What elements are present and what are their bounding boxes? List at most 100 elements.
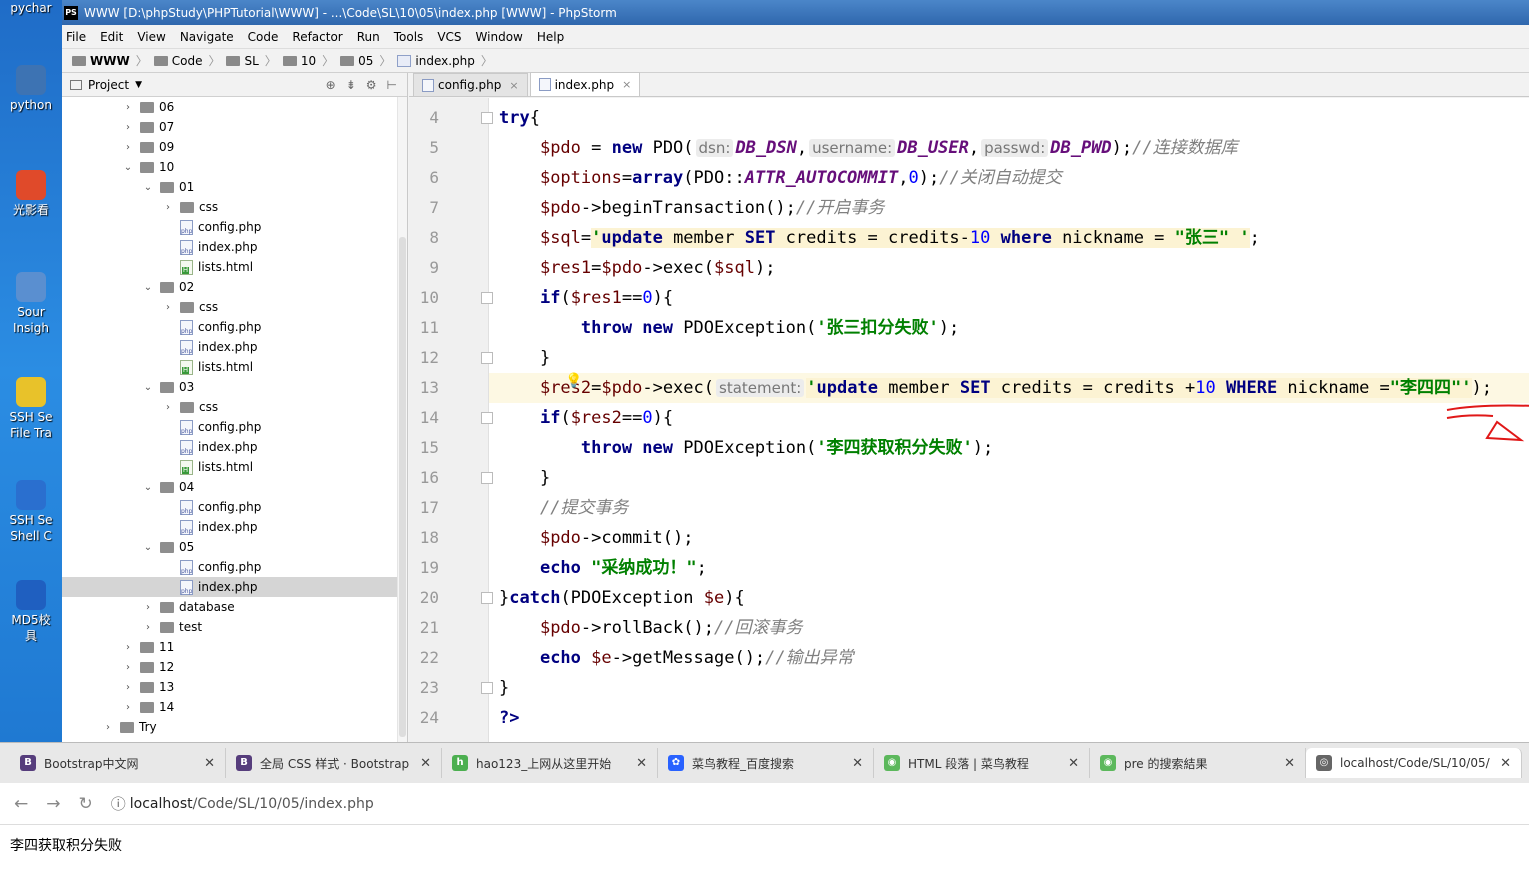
forward-icon[interactable]: → <box>46 794 60 814</box>
chevron-right-icon[interactable]: › <box>142 602 154 613</box>
browser-tab[interactable]: h hao123_上网从这里开始 ✕ <box>442 748 658 778</box>
code-line[interactable]: $pdo->commit(); <box>489 523 1529 553</box>
editor-tab[interactable]: index.php × <box>529 72 641 96</box>
close-icon[interactable]: ✕ <box>420 756 431 771</box>
back-icon[interactable]: ← <box>14 794 28 814</box>
desktop-icon[interactable]: 光影看 <box>0 170 62 218</box>
tree-item[interactable]: › Try <box>62 717 397 737</box>
chevron-down-icon[interactable]: ⌄ <box>142 282 154 293</box>
chevron-right-icon[interactable]: › <box>122 122 134 133</box>
gear-icon[interactable]: ⚙ <box>366 78 377 92</box>
breadcrumb-item[interactable]: 10 〉 <box>282 52 334 69</box>
tree-item[interactable]: index.php <box>62 237 397 257</box>
tree-item[interactable]: index.php <box>62 337 397 357</box>
menu-item[interactable]: Edit <box>100 30 123 44</box>
desktop-icon[interactable]: SSH Se File Tra <box>0 377 62 441</box>
close-icon[interactable]: × <box>622 78 631 91</box>
tree-item[interactable]: lists.html <box>62 357 397 377</box>
code-line[interactable]: } <box>489 463 1529 493</box>
chevron-right-icon[interactable]: › <box>122 682 134 693</box>
chevron-right-icon[interactable]: › <box>142 622 154 633</box>
breadcrumb-item[interactable]: index.php 〉 <box>397 52 493 69</box>
code-line[interactable]: $res1=$pdo->exec($sql); <box>489 253 1529 283</box>
tree-item[interactable]: › css <box>62 297 397 317</box>
tree-item[interactable]: config.php <box>62 217 397 237</box>
hide-icon[interactable]: ⊢ <box>387 78 397 92</box>
chevron-right-icon[interactable]: › <box>122 662 134 673</box>
code-line[interactable]: if($res2==0){ <box>489 403 1529 433</box>
tree-item[interactable]: config.php <box>62 417 397 437</box>
menu-item[interactable]: File <box>66 30 86 44</box>
tree-item[interactable]: config.php <box>62 497 397 517</box>
tree-item[interactable]: ⌄ 05 <box>62 537 397 557</box>
code-line[interactable]: } <box>489 343 1529 373</box>
menu-item[interactable]: VCS <box>437 30 461 44</box>
chevron-right-icon[interactable]: › <box>122 142 134 153</box>
menu-item[interactable]: Window <box>476 30 523 44</box>
desktop-icon[interactable]: SSH Se Shell C <box>0 480 62 544</box>
locate-icon[interactable]: ⊕ <box>326 78 336 92</box>
chevron-down-icon[interactable]: ⌄ <box>142 542 154 553</box>
code-line[interactable]: ?> <box>489 703 1529 733</box>
desktop-icon[interactable]: python <box>0 65 62 113</box>
tree-item[interactable]: › 09 <box>62 137 397 157</box>
code-line[interactable]: $pdo->rollBack();//回滚事务 <box>489 613 1529 643</box>
project-panel-title[interactable]: Project <box>88 78 129 92</box>
chevron-down-icon[interactable]: ⌄ <box>142 182 154 193</box>
tree-item[interactable]: › 12 <box>62 657 397 677</box>
code-line[interactable]: $options=array(PDO::ATTR_AUTOCOMMIT,0);/… <box>489 163 1529 193</box>
reload-icon[interactable]: ↻ <box>79 794 93 814</box>
chevron-down-icon[interactable]: ⌄ <box>122 162 134 173</box>
code-editor[interactable]: 4 5 6 7 8 9 10 11 12 13 14 15 16 17 18 19 20 21 22 23 24 try… <box>409 98 1529 742</box>
tree-item[interactable]: index.php <box>62 437 397 457</box>
tree-item[interactable]: index.php <box>62 517 397 537</box>
desktop-icon[interactable]: pychar <box>0 0 62 16</box>
tree-item[interactable]: ⌄ 02 <box>62 277 397 297</box>
collapse-icon[interactable]: ⇟ <box>346 78 356 92</box>
tree-item[interactable]: › 07 <box>62 117 397 137</box>
tree-item[interactable]: lists.html <box>62 257 397 277</box>
close-icon[interactable]: ✕ <box>1284 756 1295 771</box>
tree-item[interactable]: ⌄ 10 <box>62 157 397 177</box>
tree-item[interactable]: › 06 <box>62 97 397 117</box>
chevron-right-icon[interactable]: › <box>122 702 134 713</box>
close-icon[interactable]: ✕ <box>636 756 647 771</box>
breadcrumb-item[interactable]: 05 〉 <box>340 52 391 69</box>
tree-item[interactable]: › 13 <box>62 677 397 697</box>
menu-item[interactable]: Navigate <box>180 30 234 44</box>
url-field[interactable]: localhost/Code/SL/10/05/index.php <box>130 796 374 812</box>
menu-item[interactable]: Refactor <box>292 30 342 44</box>
chevron-right-icon[interactable]: › <box>102 722 114 733</box>
browser-tab[interactable]: ◉ pre 的搜索結果 ✕ <box>1090 748 1306 778</box>
code-line[interactable]: $pdo = new PDO(dsn: DB_DSN, username: DB_US… <box>489 133 1529 163</box>
tree-item[interactable]: ⌄ 03 <box>62 377 397 397</box>
chevron-right-icon[interactable]: › <box>122 102 134 113</box>
tree-item[interactable]: ⌄ 04 <box>62 477 397 497</box>
chevron-right-icon[interactable]: › <box>162 402 174 413</box>
menu-item[interactable]: View <box>137 30 165 44</box>
code-line[interactable]: $pdo->beginTransaction();//开启事务 <box>489 193 1529 223</box>
breadcrumb-item[interactable]: WWW 〉 <box>72 52 148 69</box>
code-line[interactable]: } <box>489 673 1529 703</box>
tree-item[interactable]: › database <box>62 597 397 617</box>
breadcrumb-item[interactable]: SL 〉 <box>226 52 277 69</box>
tree-item[interactable]: › 14 <box>62 697 397 717</box>
close-icon[interactable]: ✕ <box>1068 756 1079 771</box>
tree-item[interactable]: config.php <box>62 317 397 337</box>
browser-tab[interactable]: B 全局 CSS 样式 · Bootstrap v ✕ <box>226 748 442 778</box>
chevron-right-icon[interactable]: › <box>162 202 174 213</box>
code-line[interactable]: //提交事务 <box>489 493 1529 523</box>
chevron-right-icon[interactable]: › <box>162 302 174 313</box>
chevron-down-icon[interactable]: ⌄ <box>142 482 154 493</box>
browser-tab[interactable]: ✿ 菜鸟教程_百度搜索 ✕ <box>658 748 874 778</box>
menu-item[interactable]: Help <box>537 30 564 44</box>
code-area[interactable]: try{ $pdo = new PDO(dsn: DB_DSN, username:… <box>489 98 1529 742</box>
code-line[interactable]: }catch(PDOException $e){ <box>489 583 1529 613</box>
menu-item[interactable]: Tools <box>394 30 424 44</box>
project-scrollbar[interactable] <box>397 97 407 742</box>
tree-item[interactable]: index.php <box>62 577 397 597</box>
tree-item[interactable]: › 11 <box>62 637 397 657</box>
close-icon[interactable]: ✕ <box>852 756 863 771</box>
editor-tab[interactable]: config.php × <box>413 73 528 96</box>
code-line[interactable]: try{ <box>489 103 1529 133</box>
